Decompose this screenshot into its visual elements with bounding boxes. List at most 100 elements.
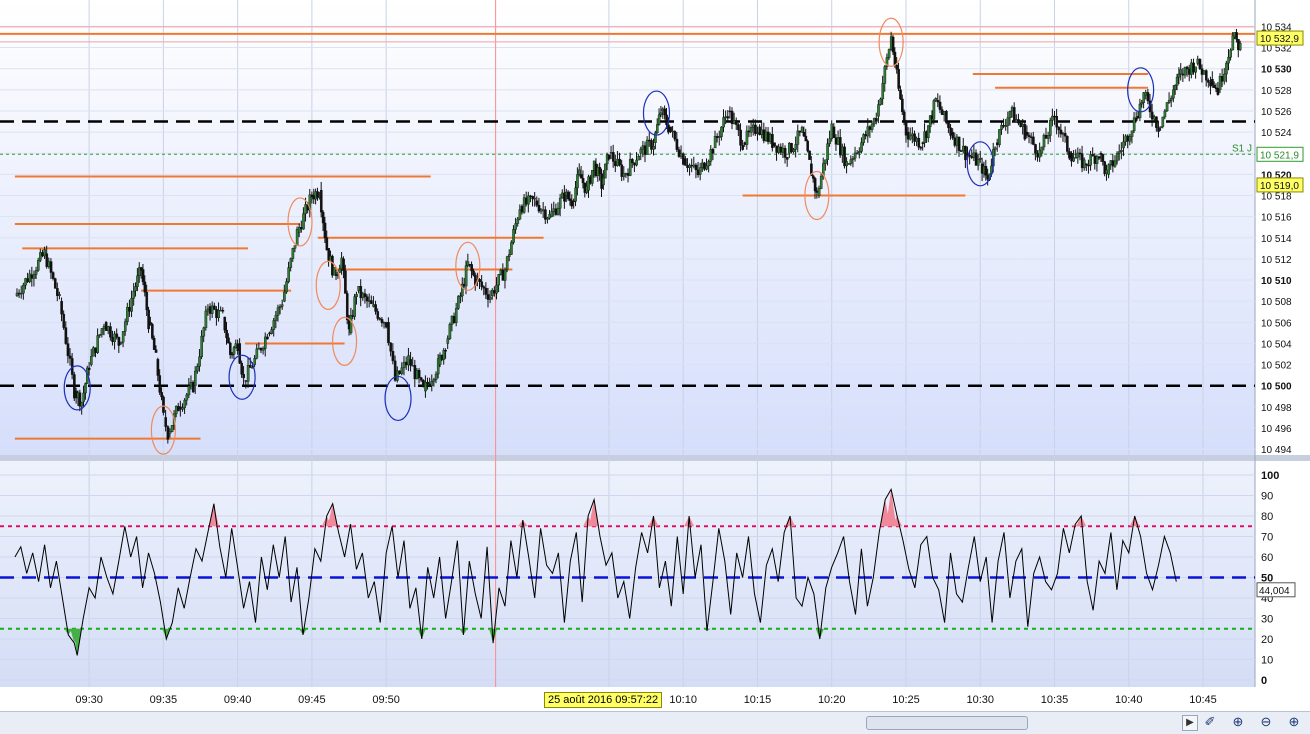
zoom-out-icon[interactable]: ⊖ xyxy=(1257,714,1275,730)
candle-body xyxy=(705,165,708,170)
candle-body xyxy=(741,145,745,150)
candle-body xyxy=(1008,111,1012,119)
candle-body xyxy=(604,163,607,179)
candle-body xyxy=(276,307,280,316)
candle-body xyxy=(1053,115,1056,118)
candle-body xyxy=(136,275,139,287)
candle-body xyxy=(154,349,158,353)
candle-body xyxy=(826,143,829,160)
candle-body xyxy=(681,153,685,165)
candle-body xyxy=(1169,97,1173,101)
price-value-label: 10 532,9 xyxy=(1256,30,1304,46)
candle-body xyxy=(1159,126,1162,128)
panel-separator xyxy=(0,455,1310,461)
candle-body xyxy=(66,343,70,357)
candle-body xyxy=(877,104,880,117)
candle-body xyxy=(376,311,380,319)
candle-body xyxy=(115,333,119,338)
candle-body xyxy=(123,321,127,332)
candle-body xyxy=(370,300,373,304)
candle-body xyxy=(51,272,55,279)
candle-body xyxy=(22,284,25,294)
candle-body xyxy=(215,309,218,319)
candle-body xyxy=(240,362,243,375)
candle-body xyxy=(1002,125,1005,127)
candle-body xyxy=(113,333,116,342)
candle-body xyxy=(758,126,761,136)
candle-body xyxy=(858,151,861,153)
candle-body xyxy=(641,145,645,150)
candle-body xyxy=(665,114,668,126)
candle-body xyxy=(505,256,509,270)
candle-body xyxy=(1223,73,1226,82)
candle-body xyxy=(213,305,216,310)
candle-body xyxy=(183,399,186,409)
candle-body xyxy=(145,292,149,311)
chart-tool-icon[interactable]: ✐ xyxy=(1201,714,1219,730)
candle-body xyxy=(434,373,438,380)
candle-body xyxy=(493,290,496,294)
candle-body xyxy=(1076,152,1080,158)
candle-body xyxy=(1070,153,1073,162)
candle-body xyxy=(1172,89,1175,99)
candle-body xyxy=(1066,135,1069,152)
candle-body xyxy=(1220,76,1224,82)
zoom-fit-icon[interactable]: ⊕ xyxy=(1229,714,1247,730)
candle-body xyxy=(1167,100,1171,103)
candle-body xyxy=(533,197,537,200)
candle-body xyxy=(701,162,704,168)
candle-body xyxy=(382,322,386,324)
horizontal-scrollbar[interactable] xyxy=(866,716,1028,730)
osc-tick-label: 80 xyxy=(1261,511,1273,523)
candle-body xyxy=(614,161,617,167)
candle-body xyxy=(229,342,232,355)
candle-body xyxy=(96,335,99,353)
candle-body xyxy=(1235,32,1238,40)
candle-body xyxy=(87,367,91,370)
candle-body xyxy=(1089,154,1092,166)
candle-body xyxy=(864,134,868,137)
scroll-right-button[interactable]: ▶ xyxy=(1182,715,1198,731)
candle-body xyxy=(1074,157,1078,159)
candle-body xyxy=(389,342,393,352)
candle-body xyxy=(1010,107,1014,112)
price-tick-label: 10 500 xyxy=(1261,382,1292,393)
candle-body xyxy=(1034,144,1037,154)
candle-body xyxy=(643,145,647,155)
candle-body xyxy=(217,310,220,319)
candle-body xyxy=(442,350,446,360)
candle-body xyxy=(732,120,736,124)
candle-body xyxy=(645,139,649,155)
candle-body xyxy=(709,149,713,162)
zoom-in-icon[interactable]: ⊕ xyxy=(1285,714,1303,730)
candle-body xyxy=(792,149,795,153)
candle-body xyxy=(454,308,458,323)
candle-body xyxy=(875,118,878,122)
candle-body xyxy=(902,111,906,122)
candle-body xyxy=(1046,135,1050,139)
candle-body xyxy=(726,116,730,119)
candle-body xyxy=(1097,156,1101,159)
candle-body xyxy=(1015,119,1018,123)
candle-body xyxy=(187,385,191,396)
osc-tick-label: 100 xyxy=(1261,470,1279,482)
candle-body xyxy=(862,134,865,143)
candle-body xyxy=(365,296,369,302)
candle-body xyxy=(283,291,286,302)
price-value-label: 10 521,9 xyxy=(1256,146,1304,162)
candle-body xyxy=(1019,122,1022,127)
candle-body xyxy=(355,294,358,297)
candle-body xyxy=(626,173,630,176)
candle-body xyxy=(158,375,162,393)
candle-body xyxy=(156,359,160,376)
candle-body xyxy=(1132,117,1136,132)
candle-body xyxy=(628,159,632,176)
candle-body xyxy=(616,158,619,167)
time-tick-label: 10:40 xyxy=(1115,694,1143,706)
candle-body xyxy=(531,195,534,200)
candle-body xyxy=(98,334,102,336)
candle-body xyxy=(834,137,838,145)
candle-body xyxy=(940,109,944,115)
candle-body xyxy=(766,131,770,142)
candle-body xyxy=(495,284,498,294)
